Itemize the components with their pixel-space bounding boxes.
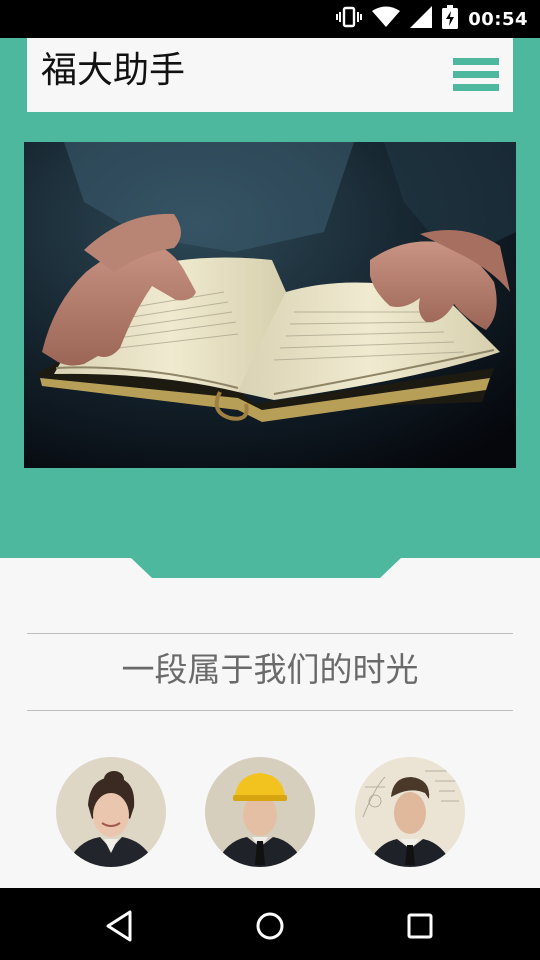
section-divider-top [27, 633, 513, 634]
book-reading-photo [24, 142, 516, 468]
teal-tab-notch [130, 557, 402, 578]
hamburger-menu-icon-bar [453, 58, 499, 65]
hamburger-menu-icon-bar [453, 71, 499, 78]
home-icon [256, 912, 284, 940]
hamburger-menu-icon-bar [453, 84, 499, 91]
section-heading: 一段属于我们的时光 [121, 650, 419, 689]
man-hardhat-portrait-image [205, 757, 315, 867]
status-bar: 00:54 [0, 0, 540, 38]
section-divider-bottom [27, 710, 513, 711]
man-sketch-portrait-image [355, 757, 465, 867]
battery-charging-icon [442, 5, 459, 33]
hamburger-menu-button[interactable] [453, 58, 499, 92]
back-button[interactable] [100, 906, 140, 946]
woman-portrait-image [56, 757, 166, 867]
home-button[interactable] [250, 906, 290, 946]
member-avatar-1[interactable] [56, 757, 166, 867]
header-card: 福大助手 [27, 38, 513, 112]
cell-signal-icon [410, 6, 433, 32]
member-avatar-3[interactable] [355, 757, 465, 867]
app-title: 福大助手 [41, 50, 186, 91]
recents-icon [407, 913, 433, 939]
hero-image [24, 142, 516, 468]
status-time: 00:54 [468, 8, 528, 30]
back-icon [106, 910, 132, 942]
wifi-icon [372, 6, 401, 32]
member-avatar-2[interactable] [205, 757, 315, 867]
status-icons: 00:54 [336, 5, 528, 33]
vibrate-icon [336, 6, 363, 32]
recents-button[interactable] [400, 906, 440, 946]
navigation-bar [0, 888, 540, 960]
